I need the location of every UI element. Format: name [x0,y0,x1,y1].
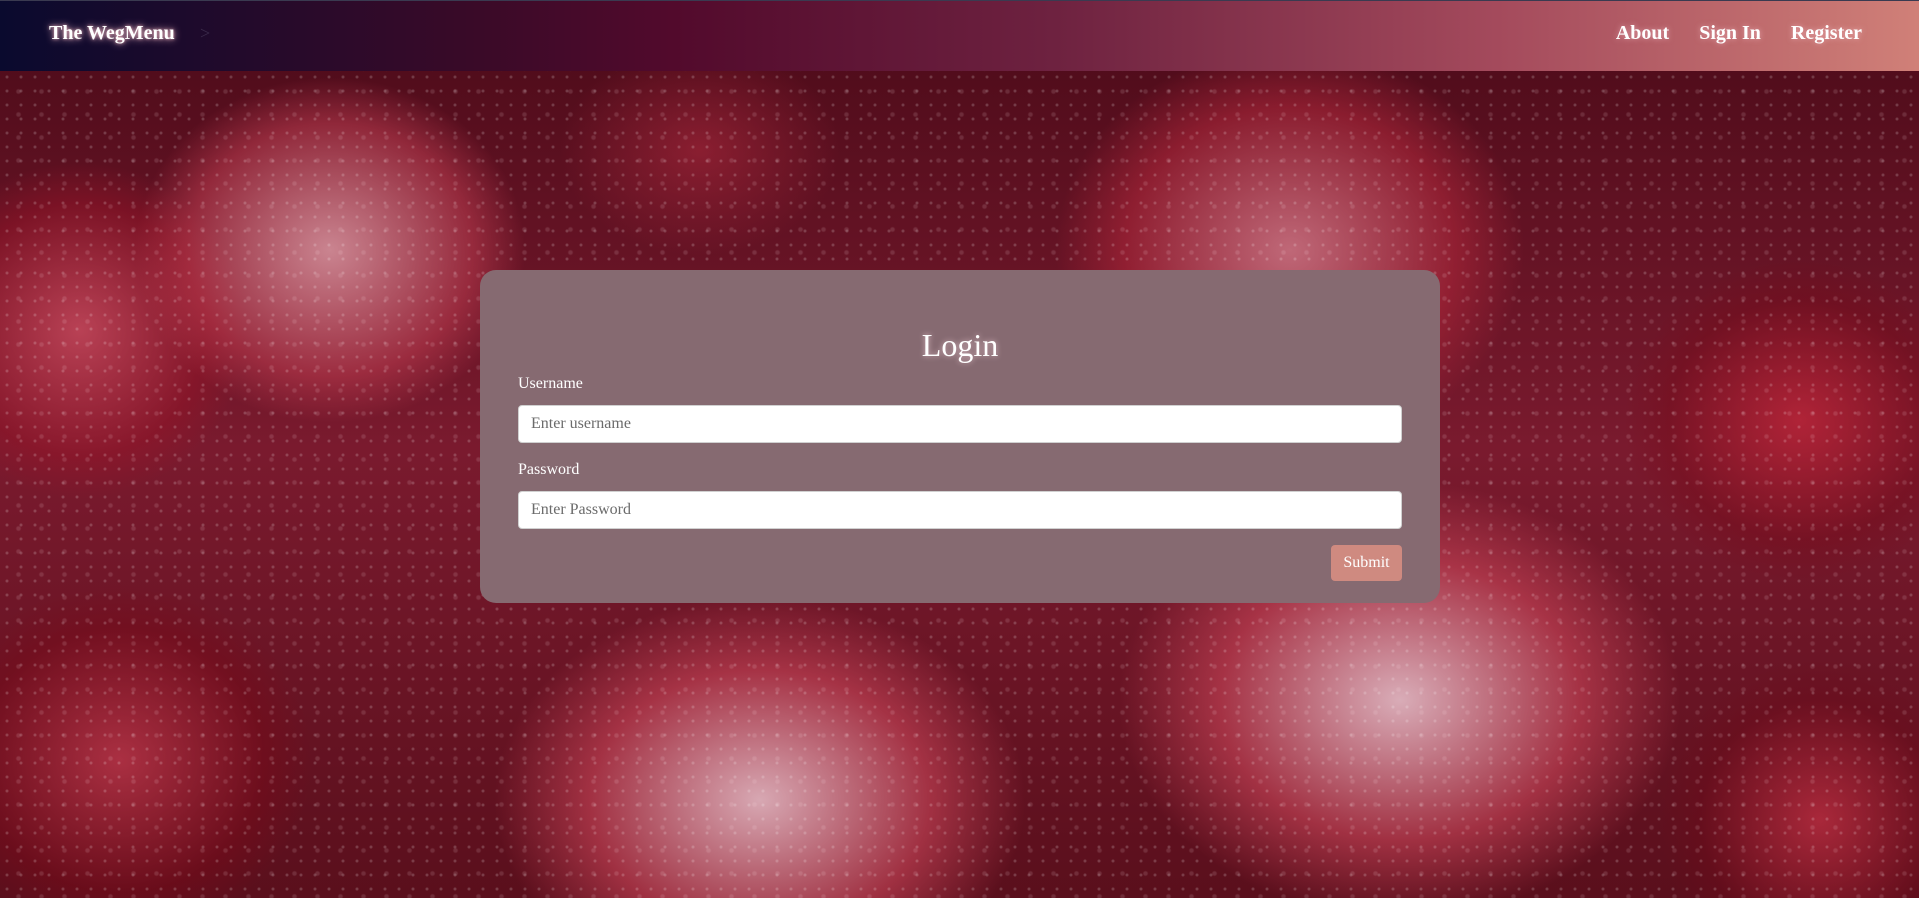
nav-links: About Sign In Register [1616,22,1862,45]
username-label: Username [518,375,583,392]
password-input[interactable] [518,491,1402,529]
brand-link[interactable]: The WegMenu [49,22,175,45]
nav-link-register[interactable]: Register [1791,22,1862,45]
nav-link-sign-in[interactable]: Sign In [1699,22,1761,45]
breadcrumb-separator: > [200,23,211,43]
nav-link-about[interactable]: About [1616,22,1669,45]
login-title: Login [921,327,999,363]
submit-button[interactable]: Submit [1331,545,1402,581]
password-label: Password [518,461,580,478]
username-input[interactable] [518,405,1402,443]
login-card: Login Username Password Submit [480,270,1440,603]
navbar: The WegMenu > About Sign In Register [0,0,1919,71]
